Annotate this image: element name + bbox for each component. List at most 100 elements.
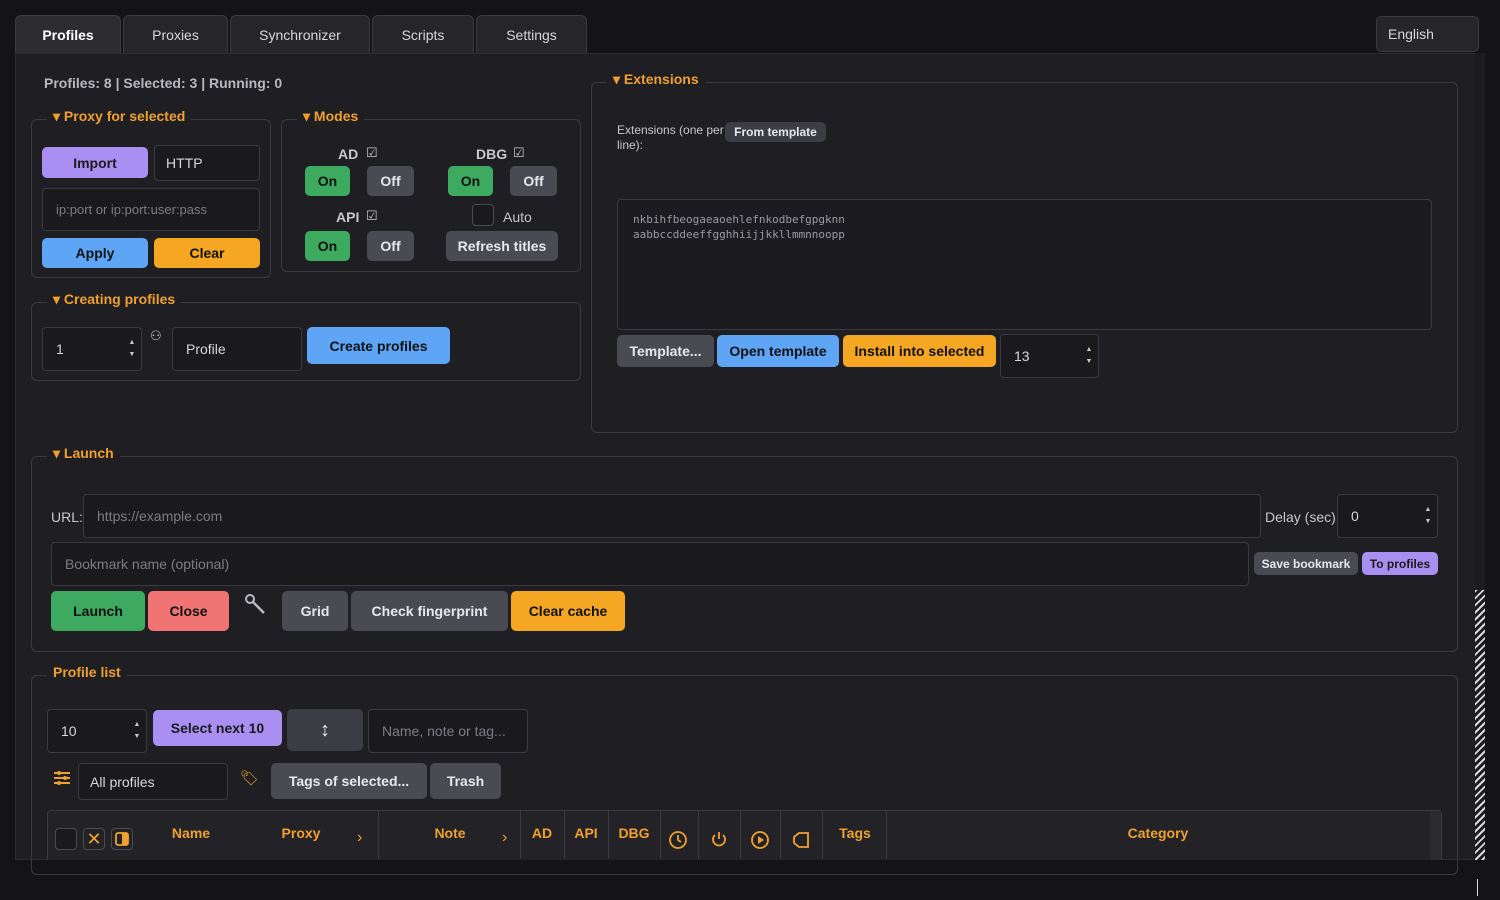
launch-legend[interactable]: ▾ Launch: [47, 444, 120, 462]
api-off-button[interactable]: Off: [367, 231, 414, 261]
bookmark-name-input[interactable]: Bookmark name (optional): [51, 542, 1249, 586]
column-separator[interactable]: [822, 811, 823, 859]
stepper-up-icon[interactable]: ▲: [129, 337, 136, 349]
install-into-selected-button[interactable]: Install into selected: [843, 335, 996, 367]
proxy-expand-chevron-icon[interactable]: ›: [357, 829, 362, 847]
deselect-x-icon[interactable]: ✕: [83, 828, 105, 850]
extensions-number-stepper[interactable]: ▲ ▼: [1080, 335, 1098, 377]
invert-selection-icon[interactable]: [111, 828, 133, 850]
clear-proxy-button[interactable]: Clear: [154, 238, 260, 268]
column-category[interactable]: Category: [1100, 825, 1216, 841]
column-name[interactable]: Name: [160, 825, 222, 841]
refresh-titles-button[interactable]: Refresh titles: [446, 231, 558, 261]
trash-button[interactable]: Trash: [430, 763, 501, 799]
to-profiles-button[interactable]: To profiles: [1362, 552, 1438, 575]
column-separator[interactable]: [520, 811, 521, 859]
stepper-down-icon[interactable]: ▼: [1425, 516, 1432, 528]
tab-scripts[interactable]: Scripts: [372, 15, 474, 54]
extensions-textarea[interactable]: nkbihfbeogaeaoehlefnkodbefgpgknn aabbccd…: [617, 199, 1432, 330]
delay-input[interactable]: 0 ▲ ▼: [1337, 494, 1438, 538]
modes-legend[interactable]: ▾ Modes: [297, 107, 365, 125]
table-scrollbar[interactable]: [1430, 811, 1441, 860]
column-note[interactable]: Note: [420, 825, 480, 841]
column-tags[interactable]: Tags: [826, 825, 884, 841]
profile-count-stepper[interactable]: ▲ ▼: [123, 328, 141, 370]
column-separator[interactable]: [564, 811, 565, 859]
column-separator[interactable]: [780, 811, 781, 859]
language-select[interactable]: English: [1376, 16, 1479, 52]
tab-proxies[interactable]: Proxies: [123, 15, 228, 54]
proxy-type-select[interactable]: HTTP: [154, 145, 260, 181]
select-all-checkbox[interactable]: [55, 828, 77, 850]
stepper-down-icon[interactable]: ▼: [1086, 356, 1093, 368]
sort-vertical-icon[interactable]: ↕: [287, 709, 363, 751]
profile-table-header: [47, 810, 1442, 860]
power-icon[interactable]: [710, 830, 728, 848]
tag-outline-icon[interactable]: [792, 831, 810, 849]
extensions-legend[interactable]: ▾ Extensions: [607, 70, 705, 88]
note-expand-chevron-icon[interactable]: ›: [502, 829, 507, 847]
column-separator[interactable]: [608, 811, 609, 859]
batch-count-input[interactable]: 10 ▲ ▼: [47, 709, 147, 753]
template-button[interactable]: Template...: [617, 335, 714, 367]
stepper-down-icon[interactable]: ▼: [134, 731, 141, 743]
extensions-number-value: 13: [1014, 348, 1030, 364]
column-separator[interactable]: [886, 811, 887, 859]
dbg-on-button[interactable]: On: [448, 166, 493, 196]
url-input[interactable]: https://example.com: [83, 494, 1261, 538]
grid-button[interactable]: Grid: [282, 591, 348, 631]
tags-of-selected-button[interactable]: Tags of selected...: [271, 763, 427, 799]
proxy-legend[interactable]: ▾ Proxy for selected: [47, 107, 192, 125]
resize-grip[interactable]: [1477, 879, 1478, 896]
column-proxy[interactable]: Proxy: [270, 825, 332, 841]
profile-name-input[interactable]: Profile: [172, 327, 302, 371]
stepper-up-icon[interactable]: ▲: [134, 719, 141, 731]
column-separator[interactable]: [740, 811, 741, 859]
ad-off-button[interactable]: Off: [367, 166, 414, 196]
stepper-up-icon[interactable]: ▲: [1086, 344, 1093, 356]
select-next-button[interactable]: Select next 10: [153, 710, 282, 746]
profile-count-input[interactable]: 1 ▲ ▼: [42, 327, 142, 371]
filter-sliders-icon[interactable]: [53, 769, 71, 787]
wrench-icon[interactable]: [243, 592, 267, 616]
ad-on-button[interactable]: On: [305, 166, 350, 196]
column-separator[interactable]: [660, 811, 661, 859]
modes-legend-text: Modes: [313, 108, 359, 124]
profile-filter-select[interactable]: All profiles: [78, 763, 228, 800]
tag-icon[interactable]: 🏷: [240, 769, 259, 787]
stepper-up-icon[interactable]: ▲: [1425, 504, 1432, 516]
dbg-off-button[interactable]: Off: [510, 166, 557, 196]
from-template-button[interactable]: From template: [725, 122, 826, 142]
import-proxy-button[interactable]: Import: [42, 147, 148, 178]
tab-profiles[interactable]: Profiles: [15, 15, 121, 54]
column-separator[interactable]: [378, 811, 379, 859]
profile-search-input[interactable]: Name, note or tag...: [368, 709, 528, 753]
proxy-legend-text: Proxy for selected: [63, 108, 186, 124]
save-bookmark-button[interactable]: Save bookmark: [1254, 552, 1358, 575]
api-on-button[interactable]: On: [305, 231, 350, 261]
clear-cache-button[interactable]: Clear cache: [511, 591, 625, 631]
tab-settings[interactable]: Settings: [476, 15, 587, 54]
column-api[interactable]: API: [566, 825, 606, 841]
apply-proxy-button[interactable]: Apply: [42, 238, 148, 268]
extensions-number-input[interactable]: 13 ▲ ▼: [1000, 334, 1099, 378]
column-separator[interactable]: [698, 811, 699, 859]
create-profiles-button[interactable]: Create profiles: [307, 327, 450, 364]
check-fingerprint-button[interactable]: Check fingerprint: [351, 591, 508, 631]
close-button[interactable]: Close: [148, 591, 229, 631]
delay-stepper[interactable]: ▲ ▼: [1419, 495, 1437, 537]
proxy-input[interactable]: ip:port or ip:port:user:pass: [42, 188, 260, 231]
column-dbg[interactable]: DBG: [612, 825, 656, 841]
batch-count-stepper[interactable]: ▲ ▼: [128, 710, 146, 752]
stepper-down-icon[interactable]: ▼: [129, 349, 136, 361]
launch-button[interactable]: Launch: [51, 591, 145, 631]
url-label: URL:: [51, 509, 83, 525]
creating-profiles-legend[interactable]: ▾ Creating profiles: [47, 290, 182, 308]
scrollbar-thumb[interactable]: [1475, 590, 1485, 860]
play-circle-icon[interactable]: [750, 830, 770, 850]
auto-checkbox[interactable]: [472, 204, 494, 226]
column-ad[interactable]: AD: [522, 825, 562, 841]
open-template-button[interactable]: Open template: [717, 335, 839, 367]
clock-icon[interactable]: [668, 830, 688, 850]
tab-synchronizer[interactable]: Synchronizer: [230, 15, 370, 54]
